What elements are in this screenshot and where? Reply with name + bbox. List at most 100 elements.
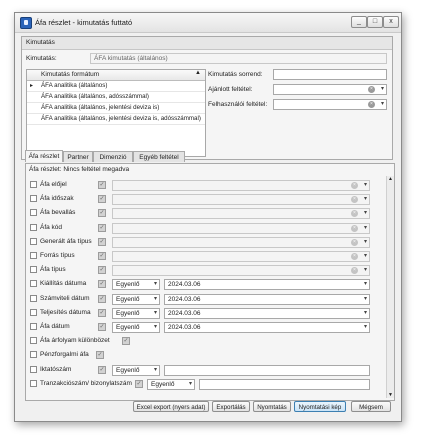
filter-value-combo[interactable]: × ▾ xyxy=(112,265,370,277)
close-button[interactable]: x xyxy=(383,16,399,28)
clear-icon[interactable]: × xyxy=(351,253,358,260)
include-checkbox-icon[interactable]: ✓ xyxy=(98,252,106,260)
filter-checkbox[interactable] xyxy=(30,337,37,345)
chevron-down-icon[interactable]: ▾ xyxy=(364,224,367,233)
clear-icon[interactable]: × xyxy=(368,86,375,93)
operator-combo[interactable]: Egyenlő ▾ xyxy=(112,322,160,333)
include-checkbox-icon[interactable]: ✓ xyxy=(98,280,106,289)
filter-checkbox[interactable] xyxy=(30,181,37,188)
filter-value-combo[interactable]: × ▾ xyxy=(112,251,370,262)
filter-checkbox[interactable] xyxy=(30,280,37,288)
chevron-down-icon[interactable]: ▾ xyxy=(364,323,367,332)
sorrend-input[interactable] xyxy=(273,69,387,80)
export-button[interactable]: Exportálás xyxy=(212,401,250,412)
minimize-button[interactable]: _ xyxy=(351,16,367,28)
chevron-down-icon[interactable]: ▾ xyxy=(364,295,367,304)
filter-checkbox[interactable] xyxy=(30,323,37,330)
felhasznaloi-combo[interactable]: × ▾ xyxy=(273,99,387,110)
filter-value-combo[interactable]: × ▾ xyxy=(112,194,370,206)
clear-icon[interactable]: × xyxy=(351,238,358,246)
clear-icon[interactable]: × xyxy=(351,182,358,189)
operator-combo[interactable]: Egyenlő ▾ xyxy=(112,279,160,291)
text-input[interactable] xyxy=(164,364,370,376)
clear-icon[interactable]: × xyxy=(351,267,358,275)
filter-value-combo[interactable]: × ▾ xyxy=(112,222,370,234)
filter-value-combo[interactable]: × ▾ xyxy=(112,208,370,220)
chevron-down-icon[interactable]: ▾ xyxy=(154,366,157,375)
tab-egyeb-feltetel[interactable]: Egyéb feltétel xyxy=(133,151,185,162)
filter-value-combo[interactable]: × ▾ xyxy=(112,180,370,191)
operator-combo[interactable]: Egyenlő ▾ xyxy=(112,364,160,376)
chevron-down-icon[interactable]: ▾ xyxy=(154,280,157,289)
filter-checkbox[interactable] xyxy=(30,351,37,359)
format-grid[interactable]: Kimutatás formátum ▲ ▸ ÁFA analitika (ál… xyxy=(26,69,206,157)
filter-checkbox[interactable] xyxy=(30,195,37,203)
include-checkbox-icon[interactable]: ✓ xyxy=(98,323,106,331)
date-input[interactable]: 2024.03.06 ▾ xyxy=(164,293,370,305)
clear-icon[interactable]: × xyxy=(368,101,375,108)
print-button[interactable]: Nyomtatás xyxy=(253,401,291,412)
filter-checkbox[interactable] xyxy=(30,379,37,387)
chevron-down-icon[interactable]: ▾ xyxy=(364,280,367,289)
chevron-down-icon[interactable]: ▾ xyxy=(381,100,384,109)
scroll-down-icon[interactable]: ▼ xyxy=(388,392,393,398)
date-input[interactable]: 2024.03.06 ▾ xyxy=(164,322,370,333)
chevron-down-icon[interactable]: ▾ xyxy=(364,252,367,261)
filter-checkbox[interactable] xyxy=(30,237,37,245)
filter-scrollbar[interactable]: ▲ ▼ xyxy=(386,176,394,398)
chevron-down-icon[interactable]: ▾ xyxy=(364,181,367,190)
filter-checkbox[interactable] xyxy=(30,223,37,231)
filter-checkbox[interactable] xyxy=(30,209,37,217)
chevron-down-icon[interactable]: ▾ xyxy=(154,323,157,332)
chevron-down-icon[interactable]: ▾ xyxy=(364,309,367,318)
text-input[interactable] xyxy=(199,378,370,390)
format-row[interactable]: ÁFA analitika (általános, jelentési devi… xyxy=(27,103,205,114)
operator-combo[interactable]: Egyenlő ▾ xyxy=(112,293,160,305)
filter-checkbox[interactable] xyxy=(30,266,37,274)
format-row[interactable]: ÁFA analitika (általános, jelentési devi… xyxy=(27,114,205,125)
filter-checkbox[interactable] xyxy=(30,308,37,316)
clear-icon[interactable]: × xyxy=(351,224,358,232)
tab-dimenzio[interactable]: Dimenzió xyxy=(93,151,133,162)
chevron-down-icon[interactable]: ▾ xyxy=(364,238,367,247)
filter-checkbox[interactable] xyxy=(30,252,37,259)
include-checkbox-icon[interactable]: ✓ xyxy=(98,294,106,303)
include-checkbox-icon[interactable]: ✓ xyxy=(98,308,106,317)
operator-combo[interactable]: Egyenlő ▾ xyxy=(112,307,160,319)
format-grid-header[interactable]: Kimutatás formátum ▲ xyxy=(27,70,205,81)
include-checkbox-icon[interactable]: ✓ xyxy=(135,379,143,388)
format-row[interactable]: ÁFA analitika (általános, adósszámmal) xyxy=(27,92,205,103)
clear-icon[interactable]: × xyxy=(351,196,358,204)
include-checkbox-icon[interactable]: ✓ xyxy=(122,337,130,346)
tab-afa-reszlet[interactable]: Áfa részlet xyxy=(25,150,63,162)
chevron-down-icon[interactable]: ▾ xyxy=(364,195,367,204)
chevron-down-icon[interactable]: ▾ xyxy=(154,295,157,304)
chevron-down-icon[interactable]: ▾ xyxy=(364,209,367,218)
format-row[interactable]: ▸ ÁFA analitika (általános) xyxy=(27,81,205,92)
filter-checkbox[interactable] xyxy=(30,365,37,373)
scroll-up-icon[interactable]: ▲ xyxy=(388,176,393,182)
print-preview-button[interactable]: Nyomtatási kép xyxy=(294,401,346,412)
include-checkbox-icon[interactable]: ✓ xyxy=(98,223,106,232)
include-checkbox-icon[interactable]: ✓ xyxy=(98,365,106,374)
date-input[interactable]: 2024.03.06 ▾ xyxy=(164,279,370,291)
filter-checkbox[interactable] xyxy=(30,294,37,302)
clear-icon[interactable]: × xyxy=(351,210,358,218)
operator-combo[interactable]: Egyenlő ▾ xyxy=(147,378,195,390)
chevron-down-icon[interactable]: ▾ xyxy=(189,380,192,389)
tab-partner[interactable]: Partner xyxy=(63,151,93,162)
include-checkbox-icon[interactable]: ✓ xyxy=(98,209,106,218)
maximize-button[interactable]: □ xyxy=(367,16,383,28)
chevron-down-icon[interactable]: ▾ xyxy=(381,85,384,94)
ajanlott-combo[interactable]: × ▾ xyxy=(273,84,387,95)
chevron-down-icon[interactable]: ▾ xyxy=(364,266,367,275)
excel-export-button[interactable]: Excel export (nyers adat) xyxy=(133,401,209,412)
include-checkbox-icon[interactable]: ✓ xyxy=(98,181,106,189)
include-checkbox-icon[interactable]: ✓ xyxy=(98,237,106,246)
include-checkbox-icon[interactable]: ✓ xyxy=(98,266,106,275)
filter-value-combo[interactable]: × ▾ xyxy=(112,236,370,248)
include-checkbox-icon[interactable]: ✓ xyxy=(98,195,106,204)
cancel-button[interactable]: Mégsem xyxy=(351,401,391,412)
chevron-down-icon[interactable]: ▾ xyxy=(154,309,157,318)
include-checkbox-icon[interactable]: ✓ xyxy=(96,351,104,360)
